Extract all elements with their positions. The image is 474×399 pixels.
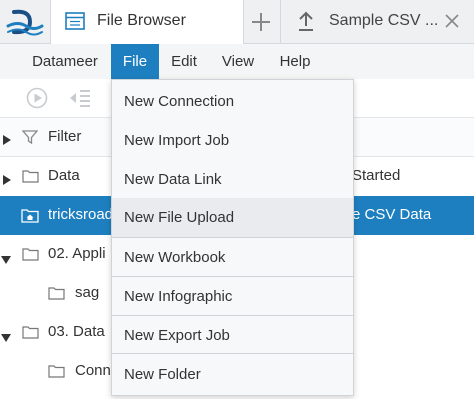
tree-row-label: tricksroad <box>48 206 114 223</box>
tree-row-label: Conn <box>75 362 111 379</box>
menu-item-new-data-link[interactable]: New Data Link <box>112 160 353 199</box>
menu-view[interactable]: View <box>214 44 262 79</box>
menu-item-new-infographic[interactable]: New Infographic <box>112 277 353 316</box>
tree-row-label: Data <box>48 167 80 184</box>
filter-label: Filter <box>48 128 82 145</box>
tree-row-label: 02. Appli <box>48 245 106 262</box>
menu-separator <box>112 353 353 354</box>
datameer-logo-icon[interactable] <box>0 0 50 43</box>
menu-edit[interactable]: Edit <box>162 44 206 79</box>
caret-right-icon[interactable] <box>3 132 11 150</box>
menu-item-new-file-upload[interactable]: New File Upload <box>112 198 353 237</box>
menu-datameer[interactable]: Datameer <box>20 44 110 79</box>
menu-help[interactable]: Help <box>272 44 318 79</box>
folder-icon <box>22 247 39 266</box>
file-browser-icon <box>65 12 85 35</box>
menu-item-new-workbook[interactable]: New Workbook <box>112 238 353 277</box>
caret-right-icon[interactable] <box>3 172 11 190</box>
menu-item-new-export-job[interactable]: New Export Job <box>112 316 353 355</box>
caret-down-icon[interactable] <box>1 329 11 347</box>
caret-down-icon[interactable] <box>1 251 11 269</box>
close-icon[interactable] <box>445 14 459 33</box>
play-icon[interactable] <box>26 87 48 114</box>
folder-icon <box>48 286 65 305</box>
menu-file[interactable]: File <box>111 44 159 79</box>
plus-icon <box>251 12 271 37</box>
menu-bar: Datameer File Edit View Help <box>0 44 474 79</box>
filter-icon <box>21 129 39 150</box>
right-column-text: Started <box>352 167 401 184</box>
add-tab-button[interactable] <box>243 0 279 43</box>
outdent-icon[interactable] <box>68 88 92 113</box>
right-column-text: e CSV Data <box>352 206 432 223</box>
upload-icon <box>297 10 315 37</box>
tab-label: Sample CSV ... <box>329 12 439 29</box>
menu-item-new-import-job[interactable]: New Import Job <box>112 121 353 160</box>
menu-item-new-folder[interactable]: New Folder <box>112 355 353 394</box>
menu-item-new-connection[interactable]: New Connection <box>112 82 353 121</box>
tab-sample-csv[interactable]: Sample CSV ... <box>280 0 474 43</box>
tab-file-browser[interactable]: File Browser <box>50 0 244 44</box>
tree-row-label: 03. Data <box>48 323 105 340</box>
folder-icon <box>22 325 39 344</box>
tree-row-label: sag <box>75 284 100 301</box>
file-menu-dropdown: New Connection New Import Job New Data L… <box>111 79 354 396</box>
home-folder-icon <box>21 208 39 228</box>
tab-label: File Browser <box>97 12 186 29</box>
folder-icon <box>22 169 39 188</box>
folder-icon <box>48 364 65 383</box>
